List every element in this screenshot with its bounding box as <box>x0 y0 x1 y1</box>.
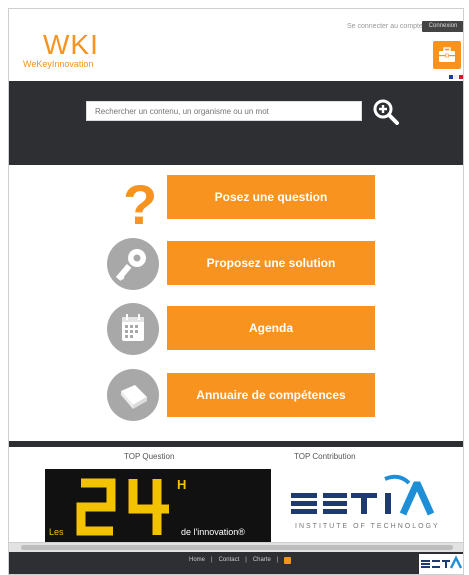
footer-estia-logo[interactable] <box>419 554 463 574</box>
footer-links: Home | Contact | Charte | <box>189 557 292 564</box>
skills-directory-button[interactable]: Annuaire de compétences <box>167 373 375 417</box>
login-button[interactable]: Connexion <box>422 21 463 32</box>
footer-separator: | <box>211 557 213 563</box>
top-question-label: TOP Question <box>124 452 175 461</box>
top-contribution-banner[interactable]: INSTITUTE OF TECHNOLOGY <box>285 469 457 543</box>
estia-mini-logo <box>421 555 463 569</box>
top-question-banner[interactable]: H Les de l'innovation® <box>45 469 271 543</box>
search-input[interactable] <box>86 101 362 121</box>
rss-icon[interactable] <box>284 557 292 564</box>
search-button[interactable] <box>371 97 401 125</box>
scrollbar-thumb[interactable] <box>21 545 453 550</box>
logo-title[interactable]: WKI <box>43 29 99 61</box>
propose-solution-button[interactable]: Proposez une solution <box>167 241 375 285</box>
briefcase-button[interactable] <box>433 41 461 69</box>
section-divider <box>9 441 463 447</box>
login-link[interactable]: Se connecter au compte <box>347 23 423 30</box>
zoom-in-icon <box>373 99 399 125</box>
calendar-icon <box>107 303 159 355</box>
estia-logo <box>291 474 435 516</box>
logo-subtitle[interactable]: WeKeyInnovation <box>23 59 93 69</box>
footer-link-contact[interactable]: Contact <box>219 557 240 564</box>
footer-separator: | <box>245 557 247 563</box>
promo-caption: de l'innovation® <box>181 527 245 537</box>
flag-stripe <box>449 75 453 79</box>
top-contribution-label: TOP Contribution <box>294 452 356 461</box>
horizontal-scrollbar[interactable] <box>9 542 463 552</box>
app-frame: WKI WeKeyInnovation Se connecter au comp… <box>8 8 464 575</box>
footer-separator: | <box>276 557 279 563</box>
book-icon <box>107 369 159 421</box>
agenda-button[interactable]: Agenda <box>167 306 375 350</box>
footer-link-charte[interactable]: Charte <box>253 557 271 564</box>
flag-stripe <box>459 75 463 79</box>
key-icon <box>107 238 159 290</box>
footer-link-home[interactable]: Home <box>189 557 205 564</box>
estia-tagline: INSTITUTE OF TECHNOLOGY <box>295 523 440 530</box>
question-icon: ? <box>123 173 158 236</box>
briefcase-icon <box>439 47 455 62</box>
flag-stripe <box>454 75 458 79</box>
promo-les: Les <box>49 527 64 537</box>
promo-h: H <box>177 477 186 492</box>
language-flags[interactable] <box>449 75 463 79</box>
ask-question-button[interactable]: Posez une question <box>167 175 375 219</box>
